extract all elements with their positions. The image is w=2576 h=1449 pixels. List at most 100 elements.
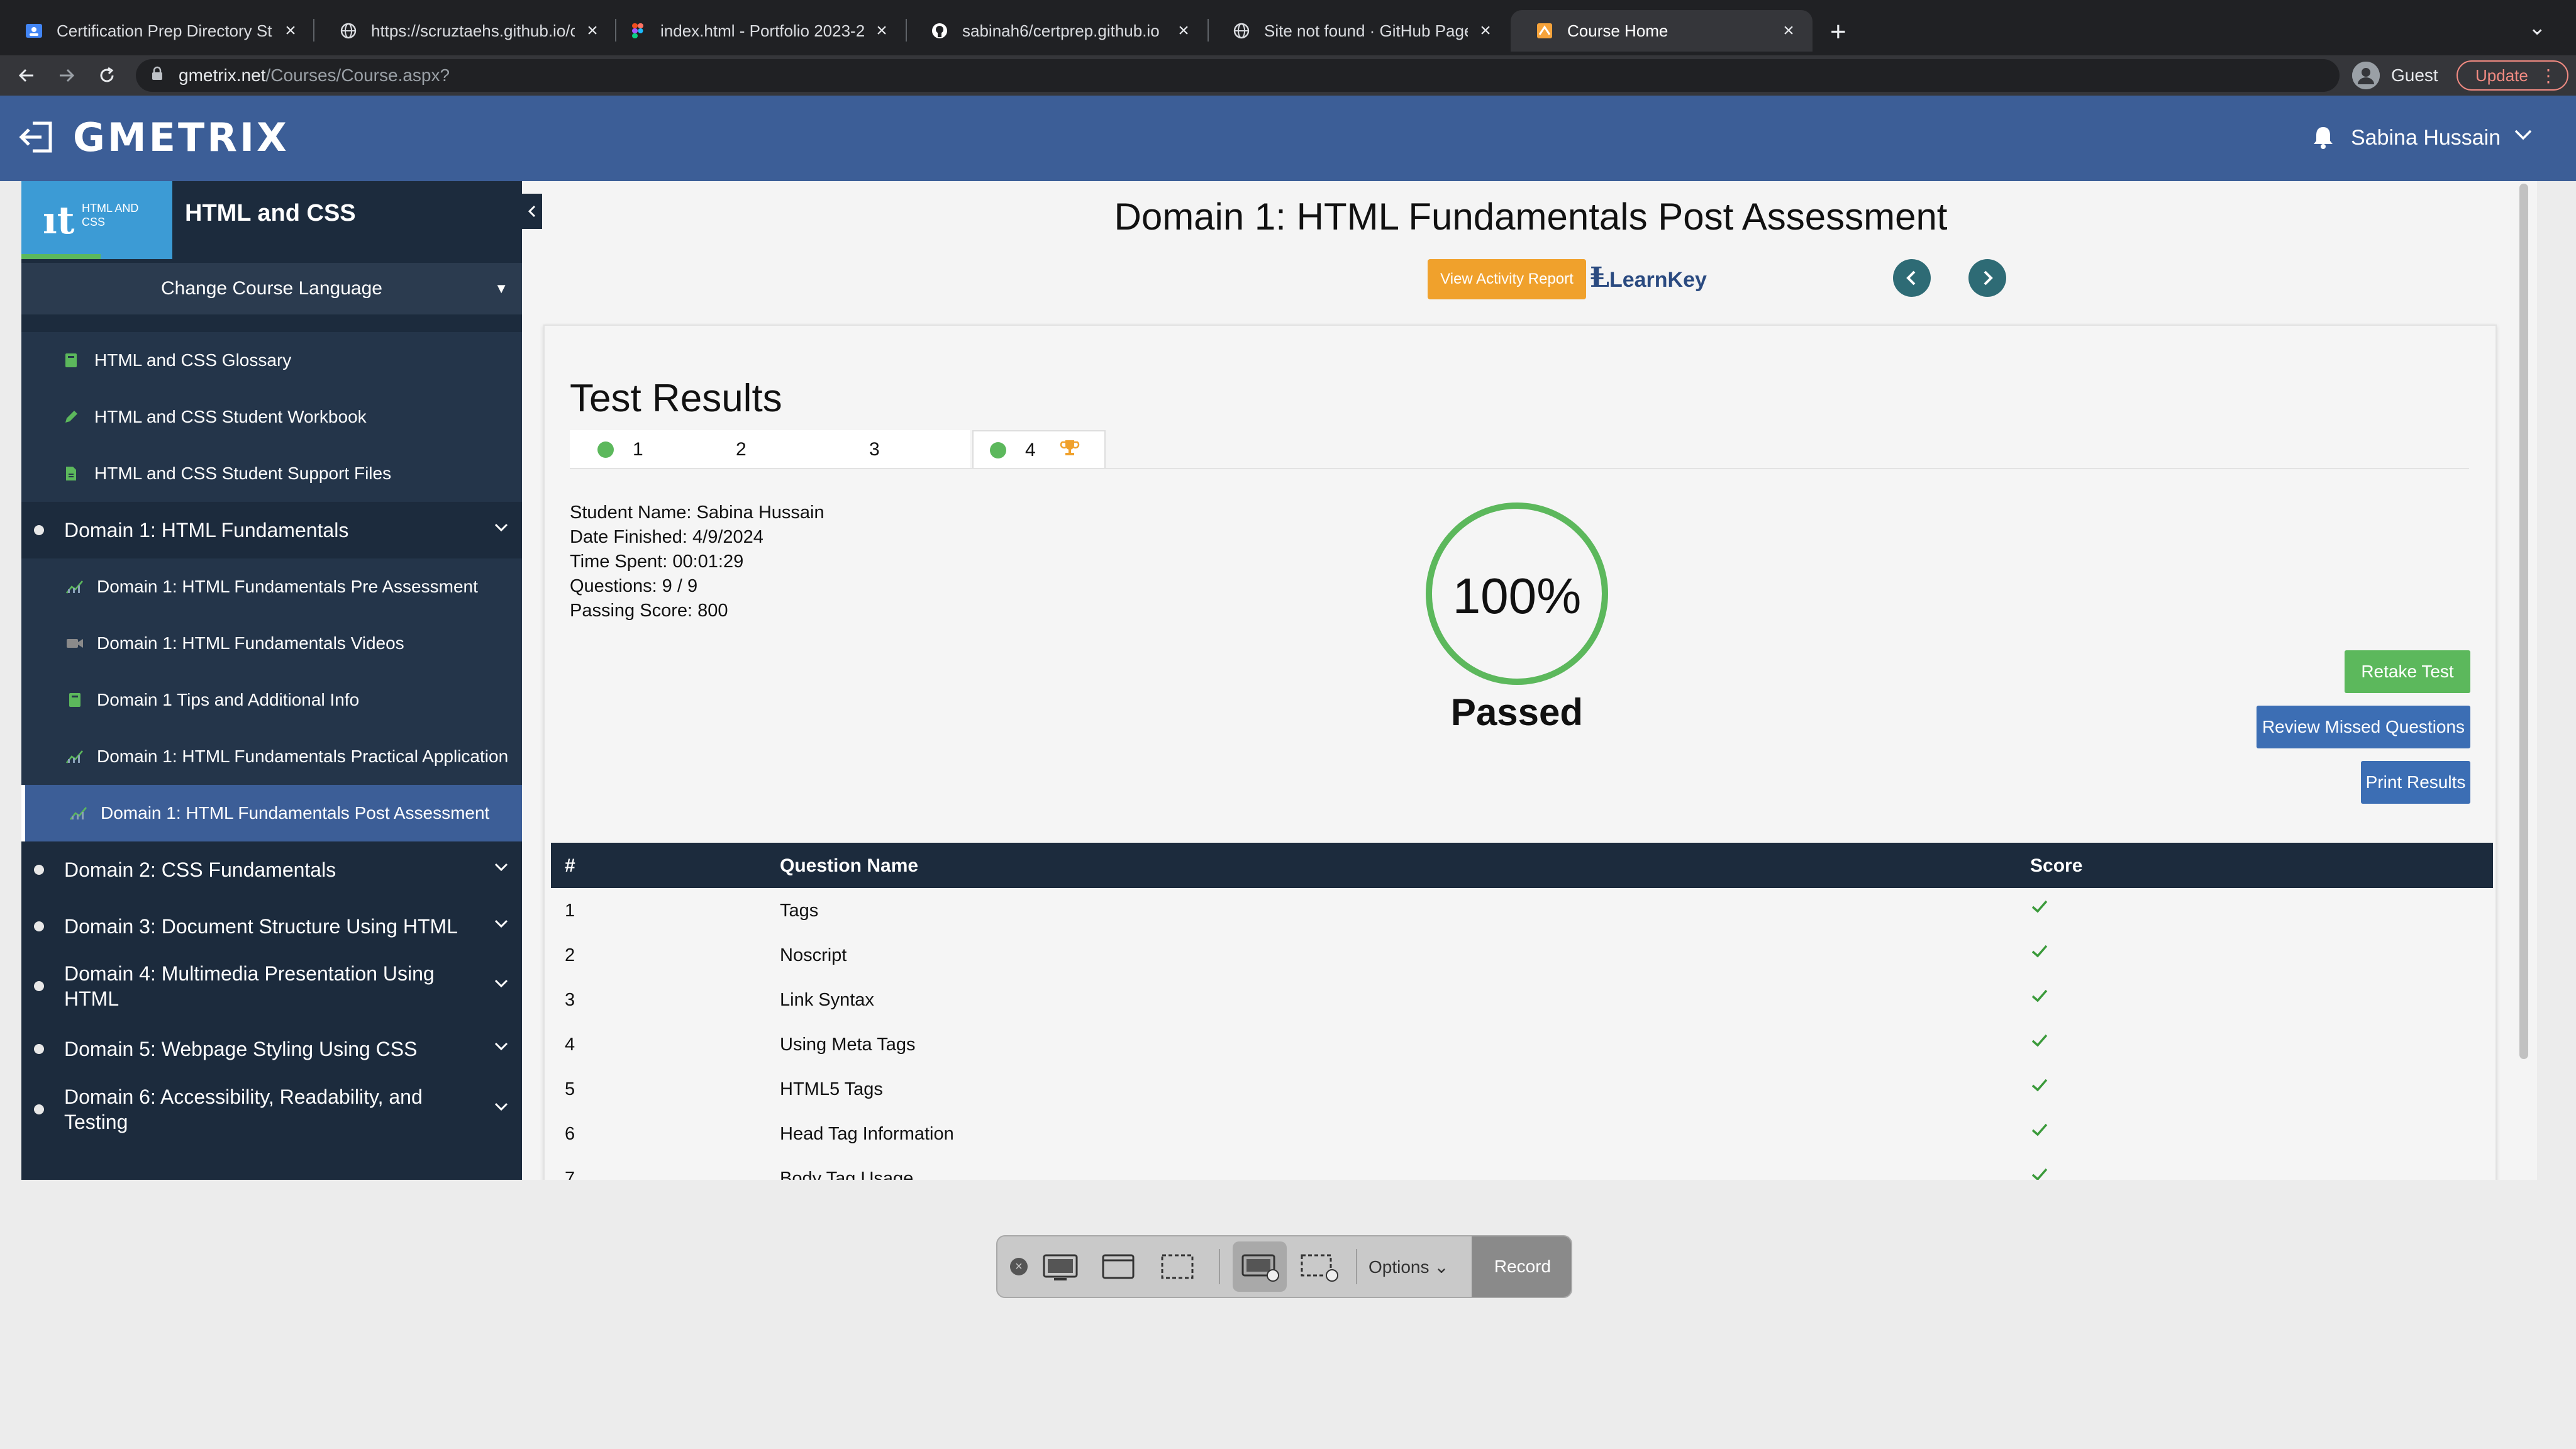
- reload-icon[interactable]: [92, 60, 122, 91]
- table-row[interactable]: 4 Using Meta Tags: [551, 1022, 2493, 1067]
- attempt-label: 1: [633, 439, 643, 460]
- sidebar-item-label: HTML and CSS Student Support Files: [94, 464, 392, 483]
- gmetrix-icon: [1536, 22, 1553, 40]
- profile-label: Guest: [2391, 65, 2438, 85]
- chevron-right-icon: [1984, 270, 1993, 286]
- back-arrow-icon[interactable]: [11, 60, 42, 91]
- passing-score: Passing Score: 800: [570, 601, 728, 621]
- gmetrix-logo[interactable]: GMETRIX: [73, 114, 289, 160]
- browser-tab[interactable]: index.html - Portfolio 2023-20 ×: [604, 10, 906, 52]
- course-header: ıt HTML AND CSS HTML and CSS: [21, 181, 522, 259]
- attempt-tab-2[interactable]: 2: [703, 430, 836, 469]
- record-selection-icon[interactable]: [1299, 1253, 1338, 1282]
- globe-icon: [340, 22, 357, 40]
- close-tab-icon[interactable]: ×: [870, 20, 893, 42]
- browser-tab-active[interactable]: Course Home ×: [1511, 10, 1813, 52]
- chevron-down-icon[interactable]: [2512, 123, 2534, 152]
- table-row[interactable]: 5 HTML5 Tags: [551, 1067, 2493, 1111]
- column-header-number: #: [565, 855, 575, 876]
- site-header: GMETRIX Sabina Hussain: [0, 96, 2576, 181]
- sidebar-domain-3[interactable]: Domain 3: Document Structure Using HTML: [21, 898, 522, 955]
- column-header-score: Score: [2030, 855, 2083, 876]
- table-row[interactable]: 6 Head Tag Information: [551, 1111, 2493, 1156]
- close-tab-icon[interactable]: ×: [1172, 20, 1195, 42]
- capture-screen-icon[interactable]: [1041, 1253, 1079, 1282]
- address-bar[interactable]: gmetrix.net/Courses/Course.aspx?: [136, 59, 2340, 92]
- view-activity-report-button[interactable]: View Activity Report: [1428, 259, 1586, 299]
- figma-icon: [629, 22, 647, 40]
- new-tab-icon[interactable]: +: [1830, 16, 1846, 48]
- table-row[interactable]: 3 Link Syntax: [551, 977, 2493, 1022]
- table-row[interactable]: 7 Body Tag Usage: [551, 1156, 2493, 1180]
- domain-status-dot: [34, 865, 44, 875]
- domain-status-dot: [34, 981, 44, 991]
- question-number: 2: [565, 945, 575, 965]
- bell-icon[interactable]: [2312, 125, 2334, 150]
- page-scrollbar-thumb[interactable]: [2519, 184, 2528, 1059]
- change-language-dropdown[interactable]: Change Course Language ▼: [21, 263, 522, 314]
- attempt-tab-1[interactable]: 1: [570, 430, 703, 469]
- exit-course-icon[interactable]: [18, 117, 58, 157]
- sidebar-item-videos[interactable]: Domain 1: HTML Fundamentals Videos: [21, 615, 522, 672]
- sidebar-domain-4[interactable]: Domain 4: Multimedia Presentation Using …: [21, 948, 522, 1024]
- browser-tab[interactable]: Site not found · GitHub Pages ×: [1208, 10, 1509, 52]
- sidebar-domain-6[interactable]: Domain 6: Accessibility, Readability, an…: [21, 1072, 522, 1147]
- sidebar-item-practical[interactable]: Domain 1: HTML Fundamentals Practical Ap…: [21, 728, 522, 785]
- tab-title: Course Home: [1567, 21, 1668, 40]
- previous-activity-button[interactable]: [1893, 259, 1931, 297]
- sidebar-item-workbook[interactable]: HTML and CSS Student Workbook: [21, 389, 522, 445]
- video-icon: [65, 636, 84, 650]
- browser-tab[interactable]: Certification Prep Directory St ×: [0, 10, 314, 52]
- url-host: gmetrix.net: [179, 65, 266, 85]
- check-icon: [2030, 1120, 2049, 1144]
- record-screen-icon[interactable]: [1240, 1253, 1279, 1282]
- table-row[interactable]: 2 Noscript: [551, 933, 2493, 977]
- tab-title: https://scruztaehs.github.io/ce: [371, 21, 575, 40]
- student-name: Student Name: Sabina Hussain: [570, 502, 824, 523]
- passed-dot-icon: [597, 441, 614, 458]
- question-number: 5: [565, 1079, 575, 1099]
- domain-status-dot: [34, 1104, 44, 1114]
- domain-status-dot: [34, 525, 44, 535]
- sidebar-item-pre-assessment[interactable]: Domain 1: HTML Fundamentals Pre Assessme…: [21, 558, 522, 615]
- record-button[interactable]: Record: [1472, 1236, 1571, 1297]
- capture-window-icon[interactable]: [1099, 1253, 1137, 1282]
- sidebar-item-support-files[interactable]: HTML and CSS Student Support Files: [21, 445, 522, 502]
- review-missed-questions-button[interactable]: Review Missed Questions: [2257, 706, 2470, 748]
- user-name[interactable]: Sabina Hussain: [2351, 126, 2501, 150]
- print-results-button[interactable]: Print Results: [2361, 761, 2470, 804]
- close-tab-icon[interactable]: ×: [1777, 20, 1800, 42]
- pass-status: Passed: [1450, 691, 1584, 733]
- sidebar-domain-2[interactable]: Domain 2: CSS Fundamentals: [21, 841, 522, 898]
- attempt-tab-4[interactable]: 4: [972, 430, 1106, 469]
- attempt-tab-3[interactable]: 3: [836, 430, 970, 469]
- sidebar-domain-1[interactable]: Domain 1: HTML Fundamentals: [21, 502, 522, 558]
- table-row[interactable]: 1 Tags: [551, 888, 2493, 933]
- sidebar-domain-5[interactable]: Domain 5: Webpage Styling Using CSS: [21, 1024, 522, 1074]
- close-tab-icon[interactable]: ×: [581, 20, 604, 42]
- collapse-sidebar-button[interactable]: [522, 194, 542, 229]
- close-tab-icon[interactable]: ×: [279, 20, 302, 42]
- sidebar-item-tips[interactable]: Domain 1 Tips and Additional Info: [21, 672, 522, 728]
- profile-button[interactable]: Guest: [2352, 62, 2438, 89]
- browser-tab[interactable]: sabinah6/certprep.github.io ×: [906, 10, 1208, 52]
- results-card: Test Results 1 2 3 4 Student Name: Sabin…: [543, 325, 2497, 1180]
- browser-toolbar: gmetrix.net/Courses/Course.aspx? Guest U…: [0, 55, 2576, 96]
- update-button[interactable]: Update ⋮: [2457, 60, 2568, 91]
- capture-selection-icon[interactable]: [1158, 1253, 1196, 1282]
- chart-icon: [65, 749, 84, 764]
- browser-tab[interactable]: https://scruztaehs.github.io/ce ×: [314, 10, 616, 52]
- options-menu[interactable]: Options ⌄: [1368, 1257, 1449, 1277]
- next-activity-button[interactable]: [1968, 259, 2006, 297]
- sidebar-item-glossary[interactable]: HTML and CSS Glossary: [21, 332, 522, 389]
- chevron-down-icon[interactable]: ⌄: [2528, 15, 2546, 40]
- forward-arrow-icon[interactable]: [52, 60, 82, 91]
- close-tab-icon[interactable]: ×: [1474, 20, 1497, 42]
- course-badge: ıt HTML AND CSS: [21, 181, 172, 259]
- close-icon[interactable]: ×: [1010, 1258, 1028, 1275]
- url-path: /Courses/Course.aspx?: [265, 65, 450, 85]
- question-name: Body Tag Usage: [780, 1169, 914, 1180]
- classroom-icon: [25, 22, 43, 40]
- retake-test-button[interactable]: Retake Test: [2345, 650, 2470, 693]
- sidebar-item-post-assessment[interactable]: Domain 1: HTML Fundamentals Post Assessm…: [21, 785, 522, 841]
